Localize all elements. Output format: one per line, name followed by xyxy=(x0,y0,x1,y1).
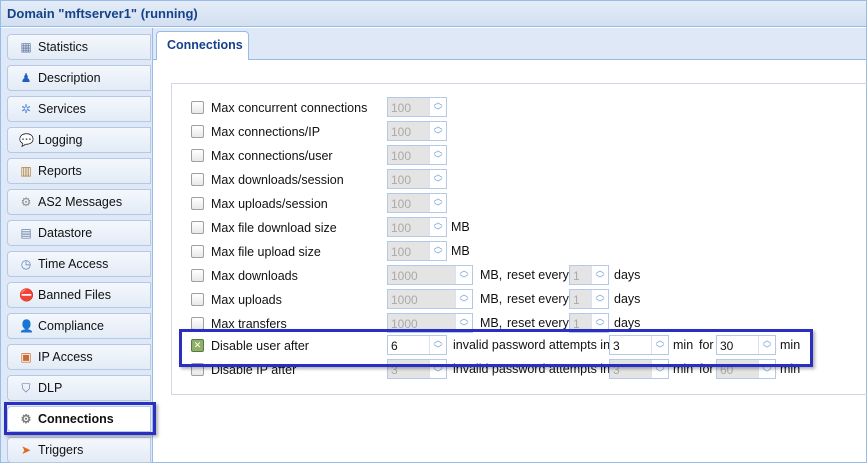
sidebar-item-services[interactable]: ✲ Services xyxy=(7,96,151,122)
services-icon: ✲ xyxy=(20,102,32,116)
sidebar-item-label: AS2 Messages xyxy=(38,195,123,209)
enable-checkbox[interactable] xyxy=(191,101,204,114)
spinner-arrows[interactable]: ︿ ﹀ xyxy=(429,170,446,188)
limit-row: Max uploads/session 100 ︿ ﹀ xyxy=(191,193,791,215)
sidebar-item-as2-messages[interactable]: ⚙ AS2 Messages xyxy=(7,189,151,215)
triggers-icon: ➤ xyxy=(20,443,32,457)
sidebar-item-label: Description xyxy=(38,71,101,85)
reports-icon: ▥ xyxy=(20,164,32,178)
enable-checkbox[interactable] xyxy=(191,173,204,186)
sidebar-item-label: Triggers xyxy=(38,443,84,457)
ip-access-icon: ▣ xyxy=(20,350,32,364)
limit-row: Max connections/user 100 ︿ ﹀ xyxy=(191,145,791,167)
dlp-icon: ⛉ xyxy=(21,381,31,395)
logging-icon: 💬 xyxy=(19,133,34,147)
sidebar-item-label: Compliance xyxy=(38,319,105,333)
limit-row: Max uploads 1000 ︿ ﹀ MB, reset every 1 ︿ ﹀ days xyxy=(191,289,791,311)
enable-checkbox[interactable] xyxy=(191,293,204,306)
banned-files-icon: ⛔ xyxy=(19,288,34,302)
number-spinner[interactable]: 100 ︿ ﹀ xyxy=(387,241,447,261)
sidebar-item-banned-files[interactable]: ⛔ Banned Files xyxy=(7,282,151,308)
sidebar-item-label: DLP xyxy=(38,381,63,395)
spinner-arrows[interactable]: ︿ ﹀ xyxy=(455,290,472,308)
sidebar-item-triggers[interactable]: ➤ Triggers xyxy=(7,437,151,463)
number-spinner[interactable]: 100 ︿ ﹀ xyxy=(387,97,447,117)
number-spinner[interactable]: 100 ︿ ﹀ xyxy=(387,145,447,165)
sidebar-item-statistics[interactable]: ▦ Statistics xyxy=(7,34,151,60)
number-spinner[interactable]: 100 ︿ ﹀ xyxy=(387,169,447,189)
datastore-icon: ▤ xyxy=(20,226,32,240)
spinner-arrows[interactable]: ︿ ﹀ xyxy=(429,194,446,212)
enable-checkbox[interactable] xyxy=(191,197,204,210)
number-spinner[interactable]: 100 ︿ ﹀ xyxy=(387,193,447,213)
time-access-icon: ◷ xyxy=(20,257,32,271)
sidebar-item-label: Reports xyxy=(38,164,82,178)
window-title: Domain "mftserver1" (running) xyxy=(1,1,866,27)
sidebar-item-label: Statistics xyxy=(38,40,89,54)
highlight-connections-item xyxy=(4,402,156,435)
sidebar-item-description[interactable]: ♟ Description xyxy=(7,65,151,91)
number-spinner[interactable]: 100 ︿ ﹀ xyxy=(387,217,447,237)
number-spinner[interactable]: 1 ︿ ﹀ xyxy=(569,265,609,285)
number-spinner[interactable]: 1 ︿ ﹀ xyxy=(569,289,609,309)
domain-window: Domain "mftserver1" (running) ▦ Statistic… xyxy=(0,0,867,463)
sidebar: ▦ Statistics ♟ Description ✲ Services 💬 Logging… xyxy=(1,28,153,463)
user-icon: ♟ xyxy=(20,71,32,85)
statistics-icon: ▦ xyxy=(20,40,32,54)
spinner-arrows[interactable]: ︿ ﹀ xyxy=(429,218,446,236)
spinner-arrows[interactable]: ︿ ﹀ xyxy=(591,290,608,308)
tab-strip xyxy=(153,28,866,60)
enable-checkbox[interactable] xyxy=(191,245,204,258)
sidebar-item-label: Services xyxy=(38,102,86,116)
number-spinner[interactable]: 100 ︿ ﹀ xyxy=(387,121,447,141)
tab-connections[interactable]: Connections xyxy=(156,31,249,60)
sidebar-item-label: Logging xyxy=(38,133,83,147)
as2-messages-icon: ⚙ xyxy=(20,195,32,209)
spinner-arrows[interactable]: ︿ ﹀ xyxy=(429,242,446,260)
compliance-icon: 👤 xyxy=(19,319,34,333)
spinner-arrows[interactable]: ︿ ﹀ xyxy=(455,266,472,284)
limit-row: Max concurrent connections 100 ︿ ﹀ xyxy=(191,97,791,119)
sidebar-item-label: Datastore xyxy=(38,226,93,240)
sidebar-item-compliance[interactable]: 👤 Compliance xyxy=(7,313,151,339)
number-spinner[interactable]: 1000 ︿ ﹀ xyxy=(387,265,473,285)
sidebar-item-label: Banned Files xyxy=(38,288,111,302)
enable-checkbox[interactable] xyxy=(191,269,204,282)
enable-checkbox[interactable] xyxy=(191,149,204,162)
sidebar-item-reports[interactable]: ▥ Reports xyxy=(7,158,151,184)
limit-row: Max file upload size 100 ︿ ﹀ MB xyxy=(191,241,791,263)
limit-row: Max file download size 100 ︿ ﹀ MB xyxy=(191,217,791,239)
limit-row: Max downloads 1000 ︿ ﹀ MB, reset every 1 ︿ ﹀ days xyxy=(191,265,791,287)
sidebar-item-dlp[interactable]: ⛉ DLP xyxy=(7,375,151,401)
sidebar-item-datastore[interactable]: ▤ Datastore xyxy=(7,220,151,246)
sidebar-item-label: Time Access xyxy=(38,257,109,271)
spinner-arrows[interactable]: ︿ ﹀ xyxy=(591,266,608,284)
sidebar-item-label: IP Access xyxy=(38,350,93,364)
limit-row: Max downloads/session 100 ︿ ﹀ xyxy=(191,169,791,191)
sidebar-item-time-access[interactable]: ◷ Time Access xyxy=(7,251,151,277)
spinner-arrows[interactable]: ︿ ﹀ xyxy=(429,122,446,140)
highlight-disable-user-row xyxy=(179,329,813,367)
enable-checkbox[interactable] xyxy=(191,221,204,234)
spinner-arrows[interactable]: ︿ ﹀ xyxy=(429,146,446,164)
spinner-arrows[interactable]: ︿ ﹀ xyxy=(429,98,446,116)
enable-checkbox[interactable] xyxy=(191,125,204,138)
sidebar-item-ip-access[interactable]: ▣ IP Access xyxy=(7,344,151,370)
limit-row: Max connections/IP 100 ︿ ﹀ xyxy=(191,121,791,143)
sidebar-item-logging[interactable]: 💬 Logging xyxy=(7,127,151,153)
number-spinner[interactable]: 1000 ︿ ﹀ xyxy=(387,289,473,309)
